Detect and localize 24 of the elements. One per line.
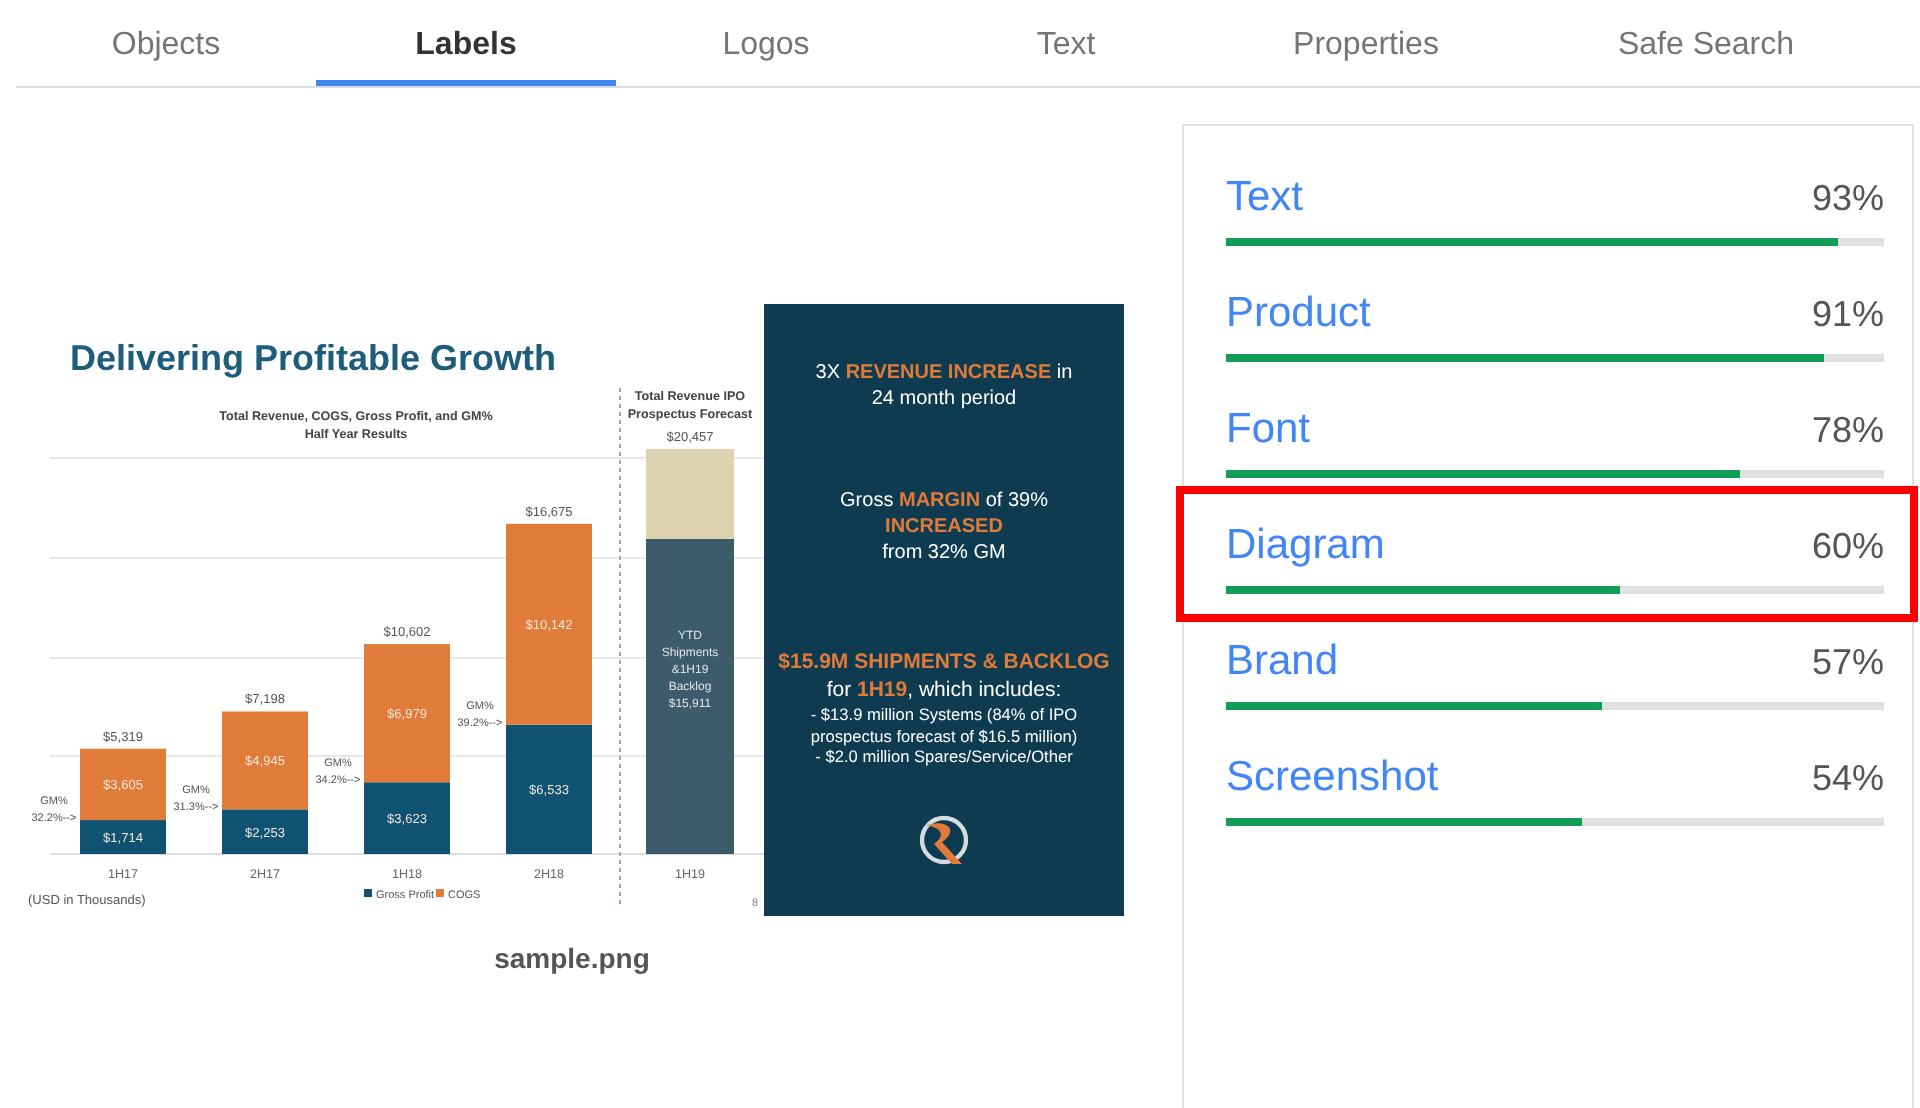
label-score: 57%	[1811, 641, 1884, 683]
label-score: 60%	[1811, 525, 1884, 567]
label-name: Brand	[1226, 638, 1339, 686]
tab[interactable]: Objects	[16, 0, 316, 86]
tab[interactable]: Labels	[316, 0, 616, 86]
slide-title: Delivering Profitable Growth	[70, 338, 557, 378]
label-score: 93%	[1811, 177, 1884, 219]
tab[interactable]: Text	[916, 0, 1216, 86]
label-name: Text	[1226, 174, 1304, 222]
highlight-text: $15.9M SHIPMENTS & BACKLOG for 1H19, which includes:	[778, 650, 1110, 705]
highlight-text: Gross MARGIN of 39% INCREASED from 32% GM	[840, 488, 1048, 566]
label-score: 54%	[1811, 757, 1884, 799]
tab[interactable]: Logos	[616, 0, 916, 86]
label-name: Font	[1226, 406, 1311, 454]
highlight-text: 3X REVENUE INCREASE in 24 month period	[815, 360, 1073, 412]
label-score: 78%	[1811, 409, 1884, 451]
label-name: Diagram	[1226, 522, 1385, 570]
tab[interactable]: Safe Search	[1516, 0, 1896, 86]
file-name: sample.png	[494, 942, 650, 974]
tab[interactable]: Properties	[1216, 0, 1516, 86]
label-score: 91%	[1811, 293, 1884, 335]
label-name: Product	[1226, 290, 1371, 338]
highlight-text: - $13.9 million Systems (84% of IPO prospectus forecast of $16.5 million) - $2.0 million Spares/Service/Other	[810, 704, 1078, 767]
label-name: Screenshot	[1226, 754, 1439, 802]
